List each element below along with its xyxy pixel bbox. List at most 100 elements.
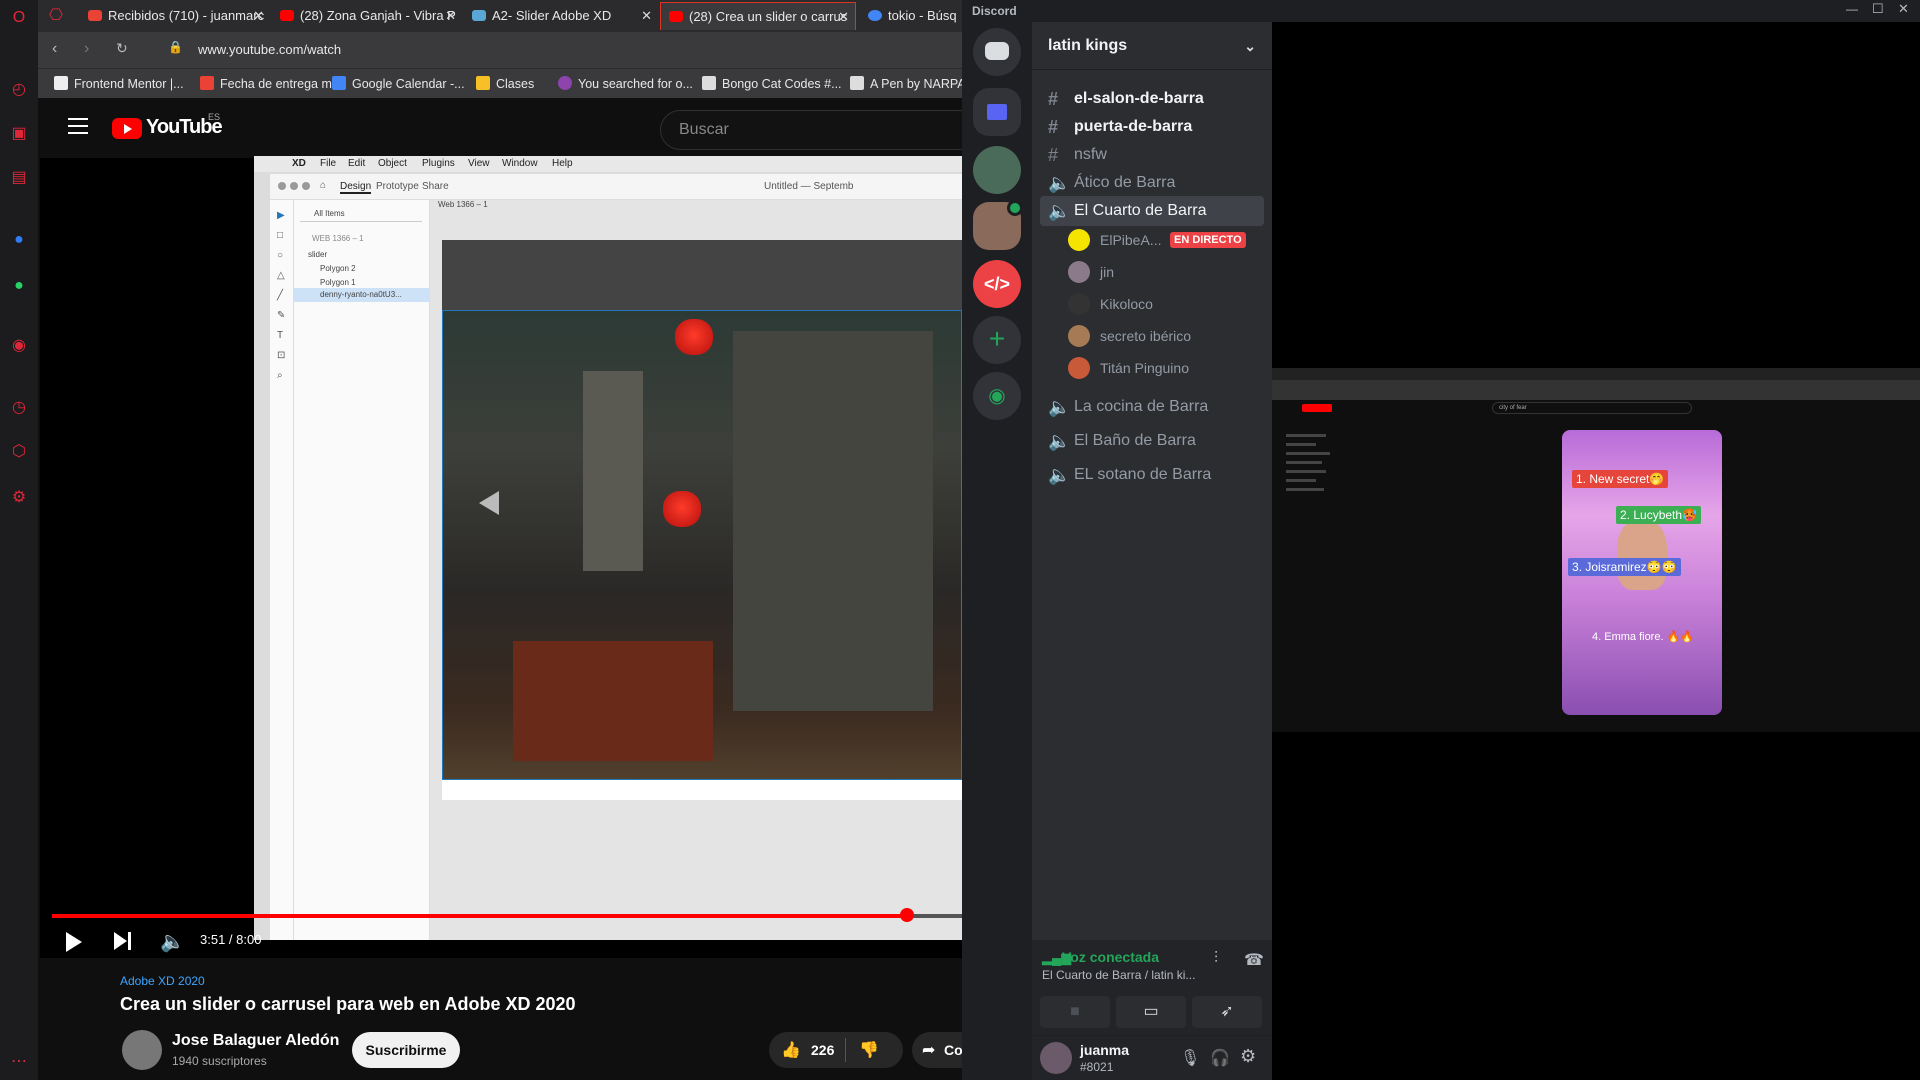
maximize-icon[interactable]: ☐ xyxy=(1872,1,1884,17)
settings-icon[interactable]: ⚙ xyxy=(9,488,29,508)
game-tab-icon[interactable]: ⎔ xyxy=(46,6,66,26)
like-icon[interactable]: 👍 xyxy=(781,1040,801,1060)
user-name[interactable]: juanma xyxy=(1080,1042,1129,1058)
tab-3-active[interactable]: (28) Crea un slider o carrus ✕ xyxy=(660,2,856,30)
menu-item: Window xyxy=(502,158,538,169)
time-display: 3:51 / 8:00 xyxy=(200,932,262,947)
tab-0[interactable]: Recibidos (710) - juanmarc ✕ xyxy=(80,2,270,30)
minimize-icon[interactable]: — xyxy=(1846,2,1858,16)
channel-label: EL sotano de Barra xyxy=(1074,466,1212,483)
headphones-icon[interactable]: 🎧 xyxy=(1210,1048,1230,1068)
close-icon[interactable]: ✕ xyxy=(1898,1,1909,17)
window-control-icon xyxy=(290,182,298,190)
back-icon[interactable]: ‹ xyxy=(52,40,57,58)
explore-icon[interactable]: ◉ xyxy=(973,372,1021,420)
layers-search-label: All Items xyxy=(314,209,345,218)
bookmark-5[interactable]: Bongo Cat Codes #... xyxy=(702,76,842,91)
activity-button[interactable]: ➶ xyxy=(1192,996,1262,1028)
close-icon[interactable]: ✕ xyxy=(641,2,652,30)
channel-atico-de-barra[interactable]: 🔈 Ático de Barra xyxy=(1040,168,1264,198)
channel-el-salon-de-barra[interactable]: # el-salon-de-barra xyxy=(1040,84,1264,114)
bookmark-6[interactable]: A Pen by NARPA xyxy=(850,76,962,91)
search-input[interactable]: Buscar xyxy=(660,110,962,150)
channel-puerta-de-barra[interactable]: # puerta-de-barra xyxy=(1040,112,1264,142)
workspace-icon[interactable]: ▣ xyxy=(9,124,29,144)
server-name: latin kings xyxy=(1048,37,1128,54)
stream-view[interactable]: city of fear 1. New secret🤭 2. Lucybeth🥵… xyxy=(1272,22,1920,1080)
camera-button[interactable]: ■ xyxy=(1040,996,1110,1028)
volume-icon[interactable]: 🔈 xyxy=(160,929,185,954)
server-header[interactable]: latin kings ⌄ xyxy=(1032,22,1272,70)
channel-el-cuarto-de-barra[interactable]: 🔈 El Cuarto de Barra xyxy=(1040,196,1264,226)
channel-el-sotano-de-barra[interactable]: 🔈 EL sotano de Barra xyxy=(1040,460,1264,490)
avatar[interactable] xyxy=(1040,1042,1072,1074)
close-icon[interactable]: ✕ xyxy=(253,2,264,30)
dislike-icon[interactable]: 👎 xyxy=(859,1040,879,1060)
voice-location[interactable]: El Cuarto de Barra / latin ki... xyxy=(1042,968,1195,982)
bookmark-1[interactable]: Fecha de entrega m... xyxy=(200,76,342,91)
menu-icon[interactable] xyxy=(68,118,88,134)
channel-el-bano-de-barra[interactable]: 🔈 El Baño de Barra xyxy=(1040,426,1264,456)
tab-2[interactable]: A2- Slider Adobe XD ✕ xyxy=(464,2,658,30)
screen-share-icon: ▭ xyxy=(1143,1003,1159,1020)
opera-logo-icon[interactable]: O xyxy=(9,8,29,28)
tab-4[interactable]: tokio - Búsq xyxy=(860,2,962,30)
bookmark-3[interactable]: Clases xyxy=(476,76,534,91)
speaker-icon: 🔈 xyxy=(1048,201,1071,221)
chevron-down-icon: ⌄ xyxy=(1244,38,1256,54)
bookmark-2[interactable]: Google Calendar -... xyxy=(332,76,465,91)
voice-status[interactable]: Voz conectada xyxy=(1062,949,1159,965)
url-field[interactable]: www.youtube.com/watch xyxy=(198,42,341,57)
menu-item: File xyxy=(320,158,337,169)
youtube-logo-icon[interactable] xyxy=(112,118,142,139)
app-title: Discord xyxy=(972,4,1017,18)
more-icon[interactable]: ⋯ xyxy=(9,1052,29,1072)
channel-name[interactable]: Jose Balaguer Aledón xyxy=(172,1032,339,1050)
forward-icon[interactable]: › xyxy=(84,40,89,58)
hashtag-link[interactable]: Adobe XD 2020 xyxy=(120,974,205,988)
play-icon[interactable] xyxy=(66,932,82,952)
folder-icon[interactable] xyxy=(973,88,1021,136)
add-server-icon[interactable]: + xyxy=(973,316,1021,364)
disconnect-icon[interactable]: ☎ xyxy=(1244,950,1264,970)
subscribe-button[interactable]: Suscribirme xyxy=(352,1032,460,1068)
gear-icon[interactable]: ⚙ xyxy=(1240,1046,1256,1067)
player-icon[interactable]: ◉ xyxy=(9,336,29,356)
server-avatar-active[interactable] xyxy=(973,200,1023,250)
code-server-icon[interactable]: </> xyxy=(973,260,1021,308)
discord-home-icon[interactable] xyxy=(973,28,1021,76)
bookmark-0[interactable]: Frontend Mentor |... xyxy=(54,76,184,91)
browser-window: O ◴ ▣ ▤ ● ● ◉ ◷ ⬡ ⚙ ⋯ ⎔ Recibidos (710) … xyxy=(0,0,962,1080)
microphone-icon[interactable]: 🎙 xyxy=(1180,1048,1200,1068)
bookmark-4[interactable]: You searched for o... xyxy=(558,76,693,91)
voice-user[interactable]: ElPibeA... EN DIRECTO xyxy=(1068,226,1246,254)
voice-user[interactable]: Titán Pinguino xyxy=(1068,354,1189,382)
next-bar-icon xyxy=(128,932,131,950)
voice-user[interactable]: secreto ibérico xyxy=(1068,322,1191,350)
channel-nsfw[interactable]: # nsfw xyxy=(1040,140,1264,170)
next-icon[interactable] xyxy=(114,932,127,950)
channel-la-cocina-de-barra[interactable]: 🔈 La cocina de Barra xyxy=(1040,392,1264,422)
reload-icon[interactable]: ↻ xyxy=(116,40,128,57)
avatar xyxy=(1068,357,1090,379)
voice-user[interactable]: Kikoloco xyxy=(1068,290,1153,318)
close-icon[interactable]: ✕ xyxy=(445,2,456,30)
speed-dial-icon[interactable]: ◴ xyxy=(9,80,29,100)
server-avatar[interactable] xyxy=(973,146,1021,194)
bookmark-label: Clases xyxy=(496,77,535,91)
messenger-icon[interactable]: ● xyxy=(9,230,29,250)
noise-suppression-icon[interactable]: ⫶ xyxy=(1214,950,1218,968)
avatar[interactable] xyxy=(122,1030,162,1070)
like-dislike-group: 👍 226 👎 xyxy=(769,1032,903,1068)
close-icon[interactable]: ✕ xyxy=(838,3,849,30)
twitch-icon[interactable]: ▤ xyxy=(9,168,29,188)
history-icon[interactable]: ◷ xyxy=(9,398,29,418)
tab-1[interactable]: (28) Zona Ganjah - Vibra P ✕ xyxy=(272,2,462,30)
extensions-icon[interactable]: ⬡ xyxy=(9,442,29,462)
voice-user[interactable]: jin xyxy=(1068,258,1114,286)
share-button[interactable]: ➦ Co xyxy=(912,1032,962,1068)
bookmarks-bar: Frontend Mentor |... Fecha de entrega m.… xyxy=(38,68,962,98)
screen-share-button[interactable]: ▭ xyxy=(1116,996,1186,1028)
whatsapp-icon[interactable]: ● xyxy=(9,276,29,296)
stream-youtube-frame: city of fear 1. New secret🤭 2. Lucybeth🥵… xyxy=(1272,368,1920,732)
